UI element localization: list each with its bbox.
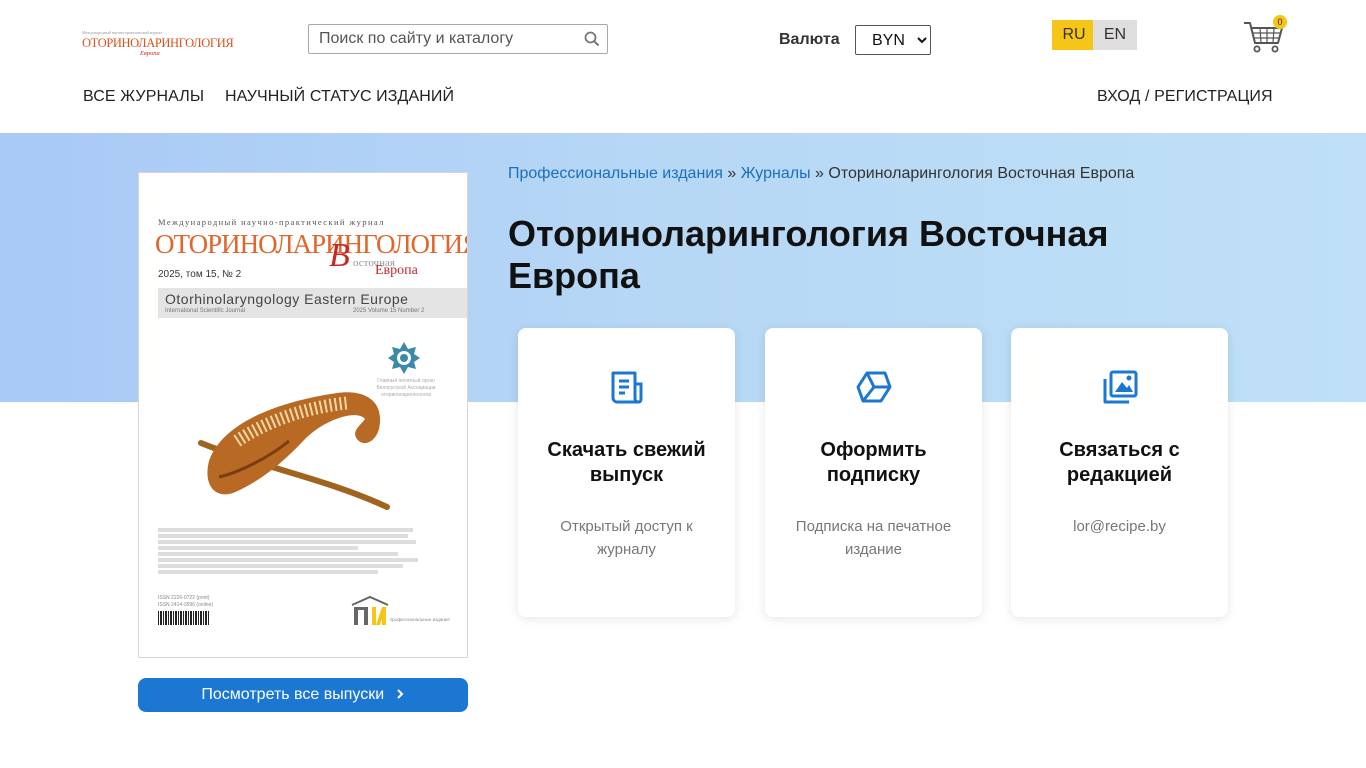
card-description: Подписка на печатное издание — [795, 518, 952, 558]
gallery-icon — [1103, 370, 1138, 404]
view-all-issues-label: Посмотреть все выпуски — [201, 686, 385, 703]
card-email[interactable]: lor@recipe.by — [1031, 515, 1208, 538]
lang-en-button[interactable]: EN — [1093, 20, 1137, 50]
nav-all-journals[interactable]: ВСЕ ЖУРНАЛЫ — [83, 88, 204, 106]
publisher-logo-icon — [351, 595, 389, 625]
emblem-icon — [388, 342, 420, 374]
subscribe-card[interactable]: Оформить подписку Подписка на печатное и… — [765, 328, 982, 617]
instrument-illustration — [198, 392, 390, 510]
breadcrumb: Профессиональные издания » Журналы » Ото… — [508, 165, 1134, 183]
search-box — [308, 24, 608, 54]
cover-year: 2025, том 15, № 2 — [158, 269, 242, 280]
breadcrumb-link-professional[interactable]: Профессиональные издания — [508, 165, 723, 182]
breadcrumb-separator: » — [727, 165, 737, 182]
currency-select[interactable]: BYN — [855, 25, 931, 55]
breadcrumb-current: Оториноларингология Восточная Европа — [828, 165, 1135, 182]
contact-editorial-card[interactable]: Связаться с редакцией lor@recipe.by — [1011, 328, 1228, 617]
cover-en-title: Otorhinolaryngology Eastern Europe — [165, 291, 409, 307]
currency-label: Валюта — [779, 31, 840, 48]
barcode — [158, 611, 210, 625]
card-title: Скачать свежий выпуск — [547, 439, 706, 486]
breadcrumb-separator: » — [815, 165, 824, 182]
site-header: Международный научно-практический журнал… — [0, 0, 1366, 133]
search-input[interactable] — [309, 25, 579, 53]
cart-count-badge: 0 — [1273, 15, 1287, 29]
publisher-label: профессиональные издания — [390, 617, 450, 622]
cover-description — [158, 528, 428, 574]
view-all-issues-button[interactable]: Посмотреть все выпуски — [138, 678, 468, 712]
download-issue-card[interactable]: Скачать свежий выпуск Открытый доступ к … — [518, 328, 735, 617]
cube-icon — [856, 371, 892, 403]
cart-button[interactable]: 0 — [1242, 15, 1287, 55]
nav-scientific-status[interactable]: НАУЧНЫЙ СТАТУС ИЗДАНИЙ — [225, 88, 454, 106]
breadcrumb-link-journals[interactable]: Журналы — [741, 165, 811, 182]
cover-intl-text: Международный научно-практический журнал — [158, 217, 385, 227]
journal-cover[interactable]: Международный научно-практический журнал… — [138, 172, 468, 658]
site-logo[interactable]: Международный научно-практический журнал… — [82, 30, 234, 60]
search-icon[interactable] — [584, 31, 600, 47]
cover-en-subtitle: International Scientific Journal — [165, 308, 246, 314]
cover-b-letter: В — [329, 237, 350, 274]
newspaper-icon — [611, 371, 643, 404]
card-title: Оформить подписку — [820, 439, 927, 486]
logo-small-text: Международный научно-практический журнал — [82, 30, 163, 35]
logo-main-text: ОТОРИНОЛАРИНГОЛОГИЯ — [82, 36, 234, 50]
cover-issn: ISSN 2226-0722 (print) ISSN 2414-3596 (o… — [158, 595, 214, 608]
cover-evropa: Европа — [375, 263, 418, 278]
lang-ru-button[interactable]: RU — [1052, 20, 1096, 50]
chevron-right-icon — [396, 689, 404, 699]
page-title: Оториноларингология Восточная Европа — [508, 213, 1109, 296]
card-description: Открытый доступ к журналу — [560, 518, 693, 558]
cover-en-volume: 2025 Volume 15 Number 2 — [353, 308, 425, 314]
card-title: Связаться с редакцией — [1059, 439, 1180, 486]
logo-sub-text: Европа — [140, 50, 160, 57]
login-register-link[interactable]: ВХОД / РЕГИСТРАЦИЯ — [1097, 88, 1273, 106]
cover-title: ОТОРИНОЛАРИНГОЛОГИЯ — [155, 229, 468, 259]
